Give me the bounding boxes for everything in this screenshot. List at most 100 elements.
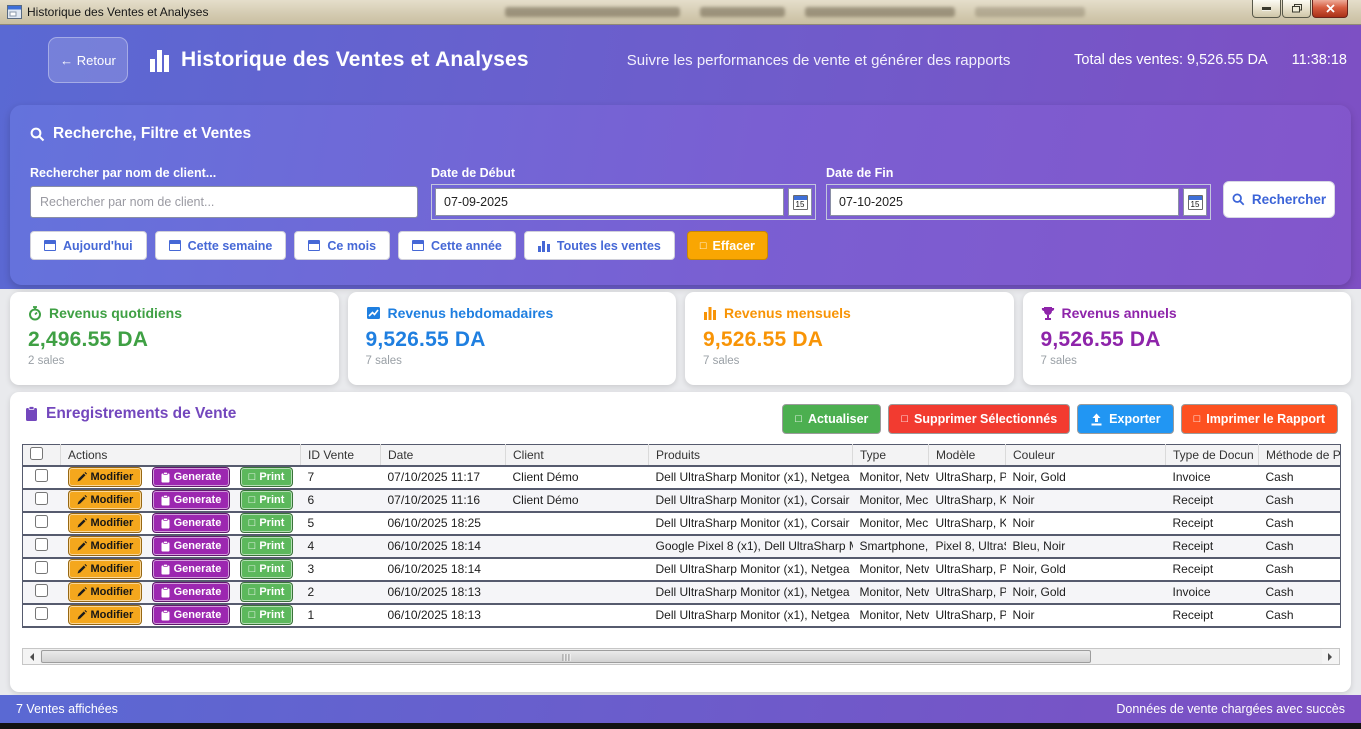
window-titlebar: Historique des Ventes et Analyses [0, 0, 1361, 25]
col-actions[interactable]: Actions [61, 445, 301, 466]
refresh-button[interactable]: □ Actualiser [782, 404, 881, 434]
horizontal-scrollbar [22, 648, 1340, 665]
select-all-checkbox[interactable] [30, 447, 43, 460]
cell-type: Monitor, Mechanical I [853, 489, 929, 512]
cell-client [506, 581, 649, 604]
table-header-row: Actions ID Vente Date Client Produits Ty… [23, 445, 1341, 466]
row-checkbox[interactable] [35, 515, 48, 528]
date-start-label: Date de Début [431, 166, 515, 180]
minimize-button[interactable] [1252, 0, 1281, 18]
quick-filter-all-sales[interactable]: Toutes les ventes [524, 231, 675, 260]
generate-button[interactable]: Generate [152, 490, 231, 510]
cell-couleur: Noir, Gold [1006, 581, 1166, 604]
table-row[interactable]: Modifier Generate □ Print 1 06/10/2025 1… [23, 604, 1341, 627]
background-window-blur [505, 7, 680, 17]
col-id-vente[interactable]: ID Vente [301, 445, 381, 466]
generate-button[interactable]: Generate [152, 467, 231, 487]
revenue-value: 9,526.55 DA [366, 328, 659, 352]
print-button[interactable]: □ Print [240, 467, 294, 487]
scrollbar-thumb[interactable] [41, 650, 1091, 663]
table-row[interactable]: Modifier Generate □ Print 5 06/10/2025 1… [23, 512, 1341, 535]
generate-button[interactable]: Generate [152, 536, 231, 556]
edit-button[interactable]: Modifier [68, 536, 143, 556]
cell-produits: Dell UltraSharp Monitor (x1), Corsair [649, 512, 853, 535]
row-checkbox[interactable] [35, 492, 48, 505]
printer-icon: □ [249, 540, 256, 552]
edit-button[interactable]: Modifier [68, 467, 143, 487]
row-checkbox[interactable] [35, 538, 48, 551]
scrollbar-track[interactable] [40, 649, 1322, 664]
cell-type-document: Invoice [1166, 581, 1259, 604]
clear-icon: □ [700, 240, 707, 252]
status-left: 7 Ventes affichées [16, 702, 118, 716]
generate-button[interactable]: Generate [152, 559, 231, 579]
calendar-icon [308, 240, 320, 251]
date-start-calendar-button[interactable]: 15 [788, 188, 812, 216]
scroll-right-button[interactable] [1322, 649, 1339, 664]
cell-couleur: Bleu, Noir [1006, 535, 1166, 558]
generate-button[interactable]: Generate [152, 513, 231, 533]
print-button[interactable]: □ Print [240, 582, 294, 602]
maximize-button[interactable] [1282, 0, 1311, 18]
col-type[interactable]: Type [853, 445, 929, 466]
row-checkbox[interactable] [35, 469, 48, 482]
table-row[interactable]: Modifier Generate □ Print 6 07/10/2025 1… [23, 489, 1341, 512]
clear-filters-button[interactable]: □ Effacer [687, 231, 768, 260]
generate-button[interactable]: Generate [152, 582, 231, 602]
col-couleur[interactable]: Couleur [1006, 445, 1166, 466]
quick-filter-this-week[interactable]: Cette semaine [155, 231, 287, 260]
delete-selected-button[interactable]: □ Supprimer Sélectionnés [888, 404, 1070, 434]
trophy-icon [1041, 306, 1055, 321]
clipboard-icon [161, 587, 170, 598]
row-checkbox[interactable] [35, 607, 48, 620]
quick-filter-today[interactable]: Aujourd'hui [30, 231, 147, 260]
search-button[interactable]: Rechercher [1223, 181, 1335, 218]
print-button[interactable]: □ Print [240, 490, 294, 510]
page-subtitle: Suivre les performances de vente et géné… [627, 52, 1011, 69]
edit-button[interactable]: Modifier [68, 559, 143, 579]
quick-filter-this-year[interactable]: Cette année [398, 231, 516, 260]
print-report-button[interactable]: □ Imprimer le Rapport [1181, 404, 1338, 434]
col-date[interactable]: Date [381, 445, 506, 466]
table-row[interactable]: Modifier Generate □ Print 4 06/10/2025 1… [23, 535, 1341, 558]
print-button[interactable]: □ Print [240, 605, 294, 625]
print-button[interactable]: □ Print [240, 536, 294, 556]
date-end-input[interactable] [830, 188, 1179, 216]
edit-button[interactable]: Modifier [68, 605, 143, 625]
export-button[interactable]: Exporter [1077, 404, 1173, 434]
col-methode-paiement[interactable]: Méthode de Pa [1259, 445, 1341, 466]
row-actions-cell: Modifier Generate □ Print [61, 558, 301, 581]
print-button[interactable]: □ Print [240, 559, 294, 579]
edit-button[interactable]: Modifier [68, 582, 143, 602]
col-produits[interactable]: Produits [649, 445, 853, 466]
cell-couleur: Noir, Gold [1006, 466, 1166, 489]
stat-card-title: Revenus quotidiens [49, 305, 182, 321]
table-row[interactable]: Modifier Generate □ Print 3 06/10/2025 1… [23, 558, 1341, 581]
col-modele[interactable]: Modèle [929, 445, 1006, 466]
quick-filter-this-month[interactable]: Ce mois [294, 231, 390, 260]
table-row[interactable]: Modifier Generate □ Print 2 06/10/2025 1… [23, 581, 1341, 604]
back-button[interactable]: ← Retour [48, 37, 128, 83]
col-type-document[interactable]: Type de Docun [1166, 445, 1259, 466]
background-window-blur [805, 7, 955, 17]
printer-icon: □ [249, 494, 256, 506]
edit-button[interactable]: Modifier [68, 513, 143, 533]
print-button[interactable]: □ Print [240, 513, 294, 533]
pencil-icon [77, 518, 87, 528]
row-checkbox[interactable] [35, 584, 48, 597]
close-button[interactable] [1312, 0, 1348, 18]
stopwatch-icon [28, 306, 42, 321]
scroll-left-button[interactable] [23, 649, 40, 664]
pencil-icon [77, 541, 87, 551]
generate-button[interactable]: Generate [152, 605, 231, 625]
col-client[interactable]: Client [506, 445, 649, 466]
date-end-calendar-button[interactable]: 15 [1183, 188, 1207, 216]
edit-button[interactable]: Modifier [68, 490, 143, 510]
row-checkbox[interactable] [35, 561, 48, 574]
table-row[interactable]: Modifier Generate □ Print 7 07/10/2025 1… [23, 466, 1341, 489]
calendar-icon: 15 [793, 195, 808, 210]
client-search-input[interactable] [30, 186, 418, 218]
scrollbar-grip [563, 654, 570, 661]
date-start-input[interactable] [435, 188, 784, 216]
cell-produits: Dell UltraSharp Monitor (x1), Netgea [649, 466, 853, 489]
